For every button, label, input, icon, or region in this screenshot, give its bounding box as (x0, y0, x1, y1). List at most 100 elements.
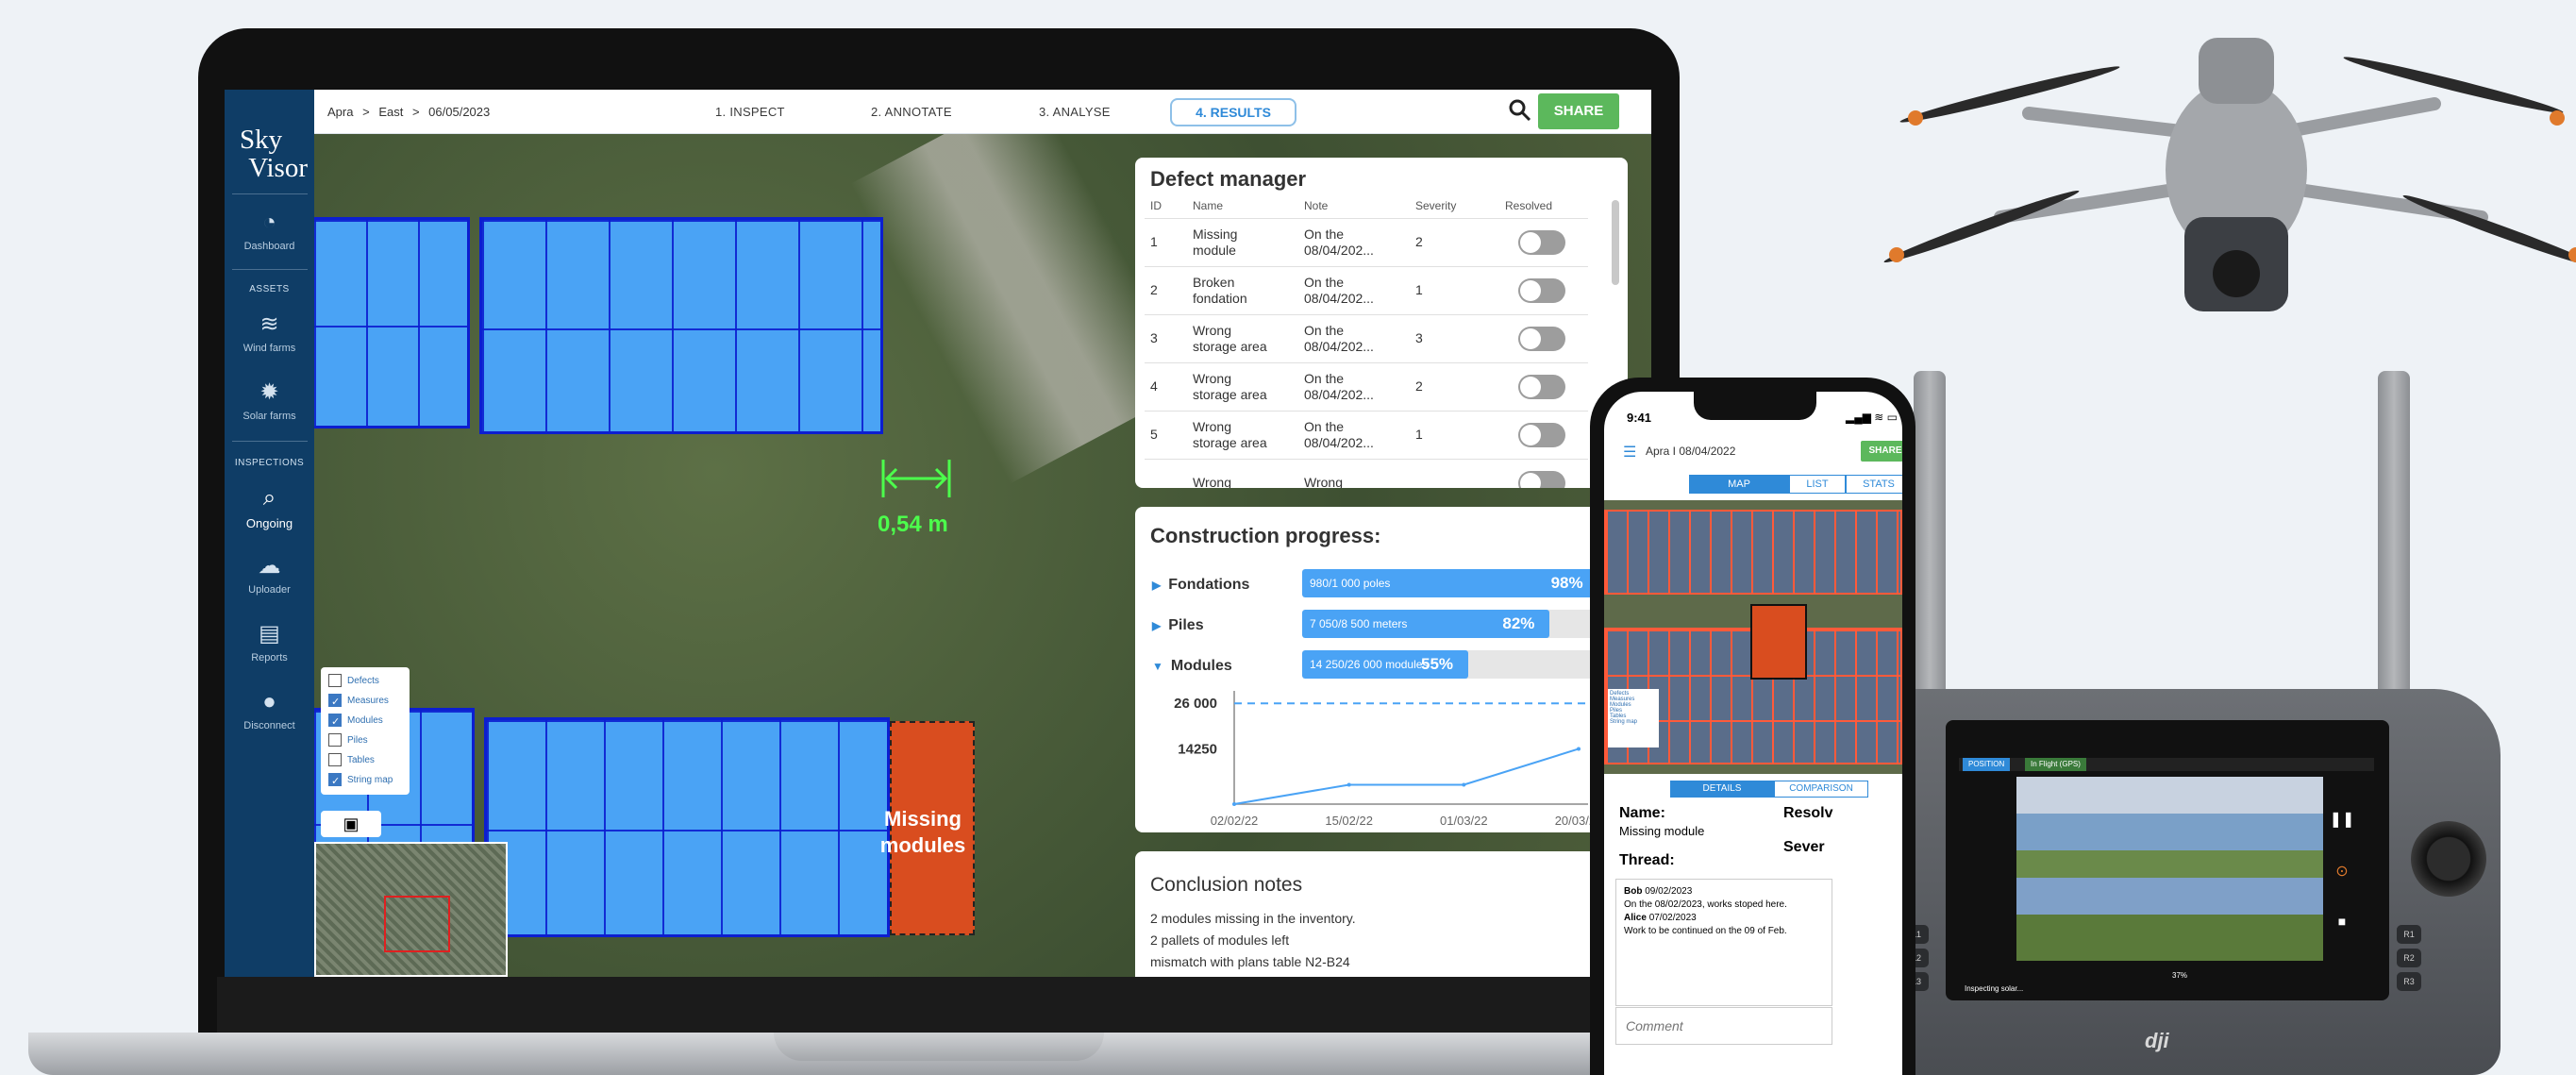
layer-string-map[interactable]: String map (328, 772, 393, 790)
progress-bar-modules: 14 250/26 000 modules 55% (1302, 650, 1604, 679)
layer-defects[interactable]: Defects (328, 673, 379, 690)
msg-text: Work to be continued on the 09 of Feb. (1624, 926, 1787, 936)
phone-tab-details[interactable]: DETAILS (1670, 781, 1774, 798)
button-r1[interactable]: R1 (2397, 925, 2421, 944)
sidebar-item-reports[interactable]: ▤ Reports (225, 620, 314, 663)
sidebar-item-disconnect[interactable]: ● Disconnect (225, 688, 314, 731)
table-row[interactable]: 3 Wrong storage area On the 08/04/202... 3 (1145, 314, 1588, 363)
menu-icon[interactable]: ☰ (1623, 443, 1636, 462)
inspection-status: Inspecting solar... (1965, 984, 2024, 993)
step-inspect[interactable]: 1. INSPECT (715, 105, 785, 119)
minimap[interactable] (314, 842, 508, 977)
sidebar-item-dashboard[interactable]: ◔ Dashboard (225, 209, 314, 252)
step-results[interactable]: 4. RESULTS (1170, 98, 1296, 126)
phone-time: 9:41 (1627, 411, 1652, 425)
note-line: On the (1304, 370, 1345, 386)
progress-label-piles[interactable]: ▶ Piles (1152, 617, 1204, 634)
button-r2[interactable]: R2 (2397, 949, 2421, 967)
divider (232, 441, 308, 442)
cell-severity: 1 (1410, 411, 1499, 460)
phone-tab-comparison[interactable]: COMPARISON (1774, 781, 1868, 798)
layer-label: String map (347, 775, 393, 785)
sidebar-item-solar-farms[interactable]: ✹ Solar farms (225, 378, 314, 422)
cell-id: 1 (1145, 218, 1187, 267)
solar-table-lower[interactable] (484, 717, 890, 937)
cell-resolved (1499, 218, 1588, 267)
button-r3[interactable]: R3 (2397, 972, 2421, 991)
breadcrumb-zone[interactable]: East (378, 105, 403, 119)
sidebar-item-ongoing[interactable]: ⌕ Ongoing (225, 484, 314, 530)
alert-icon[interactable]: ⊙ (2328, 862, 2356, 890)
search-icon[interactable] (1508, 98, 1532, 123)
table-row[interactable]: 5 Wrong storage area On the 08/04/202... 1 (1145, 411, 1588, 460)
col-resolved[interactable]: Resolved (1499, 193, 1588, 219)
step-annotate[interactable]: 2. ANNOTATE (871, 105, 952, 119)
phone-tab-stats[interactable]: STATS (1846, 475, 1902, 494)
table-row[interactable]: 1 Missing module On the 08/04/202... 2 (1145, 218, 1588, 267)
table-row[interactable]: 2 Broken fondation On the 08/04/202... 1 (1145, 266, 1588, 315)
resolved-toggle[interactable] (1518, 470, 1565, 488)
layer-tables[interactable]: Tables (328, 752, 375, 769)
layer-measures[interactable]: Measures (328, 693, 389, 711)
table-scrollbar[interactable] (1612, 200, 1619, 285)
checkbox[interactable] (328, 773, 342, 790)
sidebar-label: Disconnect (243, 720, 295, 731)
step-analyse[interactable]: 3. ANALYSE (1039, 105, 1111, 119)
checkbox[interactable] (328, 694, 342, 711)
layer-modules[interactable]: Modules (328, 713, 383, 731)
defect-manager-title: Defect manager (1150, 167, 1307, 191)
phone-map-missing-area[interactable] (1750, 604, 1807, 680)
phone-map-table (1604, 510, 1902, 595)
phone-share-button[interactable]: SHARE (1861, 441, 1902, 462)
progress-label-fondations[interactable]: ▶ Fondations (1152, 577, 1249, 594)
cell-id: 4 (1145, 362, 1187, 412)
orthophoto-map[interactable]: 0,54 m Missing modules Defects Measures … (314, 90, 1651, 977)
layer-piles[interactable]: Piles (328, 732, 368, 749)
breadcrumb-date[interactable]: 06/05/2023 (428, 105, 490, 119)
table-row[interactable]: 4 Wrong storage area On the 08/04/202... 2 (1145, 362, 1588, 412)
checkbox[interactable] (328, 753, 342, 767)
progress-label-modules[interactable]: ▼ Modules (1152, 658, 1232, 675)
dji-logo: dji (2145, 1029, 2169, 1052)
table-row[interactable]: Wrong Wrong (1145, 459, 1588, 488)
minimap-viewport[interactable] (384, 896, 450, 952)
resolved-toggle[interactable] (1518, 229, 1565, 255)
cell-resolved (1499, 314, 1588, 363)
solar-table-upper-left[interactable] (314, 217, 470, 428)
share-button[interactable]: SHARE (1538, 93, 1619, 129)
phone-tab-list[interactable]: LIST (1789, 475, 1846, 494)
pause-icon[interactable]: ❚❚ (2328, 810, 2356, 838)
col-name[interactable]: Name (1187, 193, 1298, 219)
resolved-toggle[interactable] (1518, 326, 1565, 351)
resolved-toggle[interactable] (1518, 277, 1565, 303)
cell-note: On the 08/04/202... (1298, 314, 1410, 363)
breadcrumb-farm[interactable]: Apra (327, 105, 353, 119)
phone-map[interactable]: Defects Measures Modules Piles Tables String … (1604, 500, 1902, 774)
checkbox[interactable] (328, 674, 342, 688)
sun-icon: ✹ (259, 379, 279, 405)
comment-input[interactable] (1615, 1007, 1832, 1045)
resolved-toggle[interactable] (1518, 422, 1565, 447)
sidebar-item-uploader[interactable]: ☁ Uploader (225, 552, 314, 596)
map-toggle-icon[interactable]: ▣ (321, 811, 381, 837)
sidebar-item-wind-farms[interactable]: ≋ Wind farms (225, 311, 314, 354)
note-line: On the (1304, 322, 1345, 338)
right-stick[interactable] (2411, 821, 2486, 897)
layer-label: Defects (347, 676, 379, 686)
phone-layer[interactable]: String map (1610, 719, 1657, 725)
stop-icon[interactable]: ■ (2328, 914, 2356, 942)
col-severity[interactable]: Severity (1410, 193, 1499, 219)
top-bar: Apra > East > 06/05/2023 1. INSPECT 2. A… (314, 90, 1651, 134)
checkbox[interactable] (328, 714, 342, 731)
controller-status-bar: POSITION In Flight (GPS) (1959, 758, 2374, 771)
col-id[interactable]: ID (1145, 193, 1187, 219)
antenna-right (2378, 371, 2410, 711)
cell-resolved (1499, 411, 1588, 460)
checkbox[interactable] (328, 733, 342, 747)
resolved-toggle[interactable] (1518, 374, 1565, 399)
solar-table-upper[interactable] (479, 217, 883, 434)
phone-tab-map[interactable]: MAP (1689, 475, 1789, 494)
note-line: On the (1304, 418, 1345, 434)
camera-feed[interactable] (2016, 777, 2323, 961)
col-note[interactable]: Note (1298, 193, 1410, 219)
